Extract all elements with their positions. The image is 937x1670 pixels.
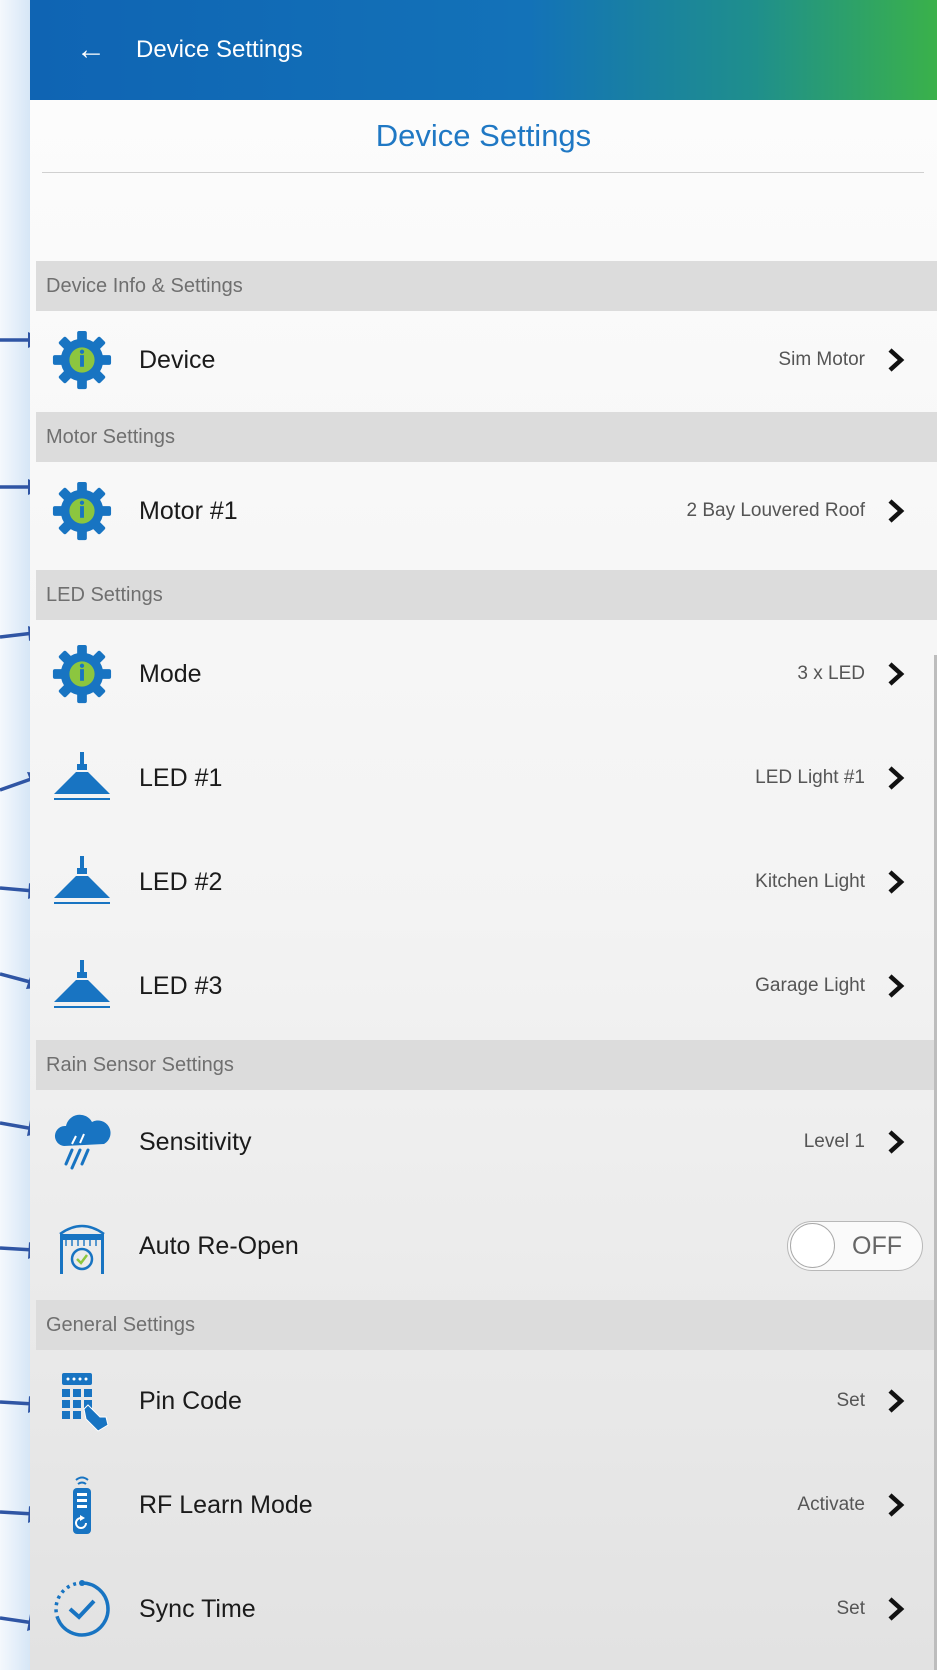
gear-icon (50, 479, 114, 543)
gear-icon (50, 328, 114, 392)
settings-row-led-1[interactable]: LED #1 LED Light #1 (36, 729, 937, 827)
row-value: LED Light #1 (755, 767, 865, 788)
chevron-right-icon (888, 1493, 905, 1517)
row-value: Level 1 (803, 1131, 865, 1152)
ceiling-light-icon (50, 746, 114, 810)
clock-sync-icon (50, 1577, 114, 1641)
ceiling-light-icon (50, 850, 114, 914)
chevron-right-icon (888, 348, 905, 372)
settings-row-device[interactable]: Device Sim Motor (36, 311, 937, 409)
pergola-timer-icon (50, 1214, 114, 1278)
chevron-right-icon (888, 974, 905, 998)
arrow-back-icon[interactable]: ← (76, 35, 106, 65)
row-value: Garage Light (755, 975, 865, 996)
settings-row-rf-learn-mode[interactable]: RF Learn Mode Activate (36, 1456, 937, 1554)
settings-row-led-2[interactable]: LED #2 Kitchen Light (36, 833, 937, 931)
row-label: LED #3 (139, 971, 223, 1000)
settings-row-sync-time[interactable]: Sync Time Set (36, 1560, 937, 1658)
app-bar: ← Device Settings (30, 0, 937, 100)
row-value: 2 Bay Louvered Roof (686, 500, 865, 521)
auto-reopen-toggle[interactable]: OFF (787, 1221, 923, 1271)
settings-row-led-3[interactable]: LED #3 Garage Light (36, 937, 937, 1035)
row-label: Sensitivity (139, 1127, 252, 1156)
chevron-right-icon (888, 766, 905, 790)
section-header-led: LED Settings (36, 570, 937, 620)
section-header-device-info: Device Info & Settings (36, 261, 937, 311)
row-label: Motor #1 (139, 496, 238, 525)
app-screen: ← Device Settings Device Settings Device… (30, 0, 937, 1670)
app-bar-title: Device Settings (136, 36, 303, 63)
keypad-icon (50, 1369, 114, 1433)
chevron-right-icon (888, 1389, 905, 1413)
row-label: Sync Time (139, 1594, 256, 1623)
row-value: Kitchen Light (755, 871, 865, 892)
row-value: 3 x LED (797, 663, 865, 684)
chevron-right-icon (888, 662, 905, 686)
chevron-right-icon (888, 870, 905, 894)
section-header-motor: Motor Settings (36, 412, 937, 462)
row-value: Set (836, 1598, 865, 1619)
settings-row-sensitivity[interactable]: Sensitivity Level 1 (36, 1093, 937, 1191)
row-label: Device (139, 345, 216, 374)
settings-row-mode[interactable]: Mode 3 x LED (36, 625, 937, 723)
row-label: Mode (139, 659, 202, 688)
remote-icon (50, 1473, 114, 1537)
divider (42, 172, 924, 173)
section-header-rain-sensor: Rain Sensor Settings (36, 1040, 937, 1090)
settings-row-auto-reopen: Auto Re-Open OFF (36, 1197, 937, 1295)
toggle-knob (790, 1223, 835, 1268)
row-value: Sim Motor (778, 349, 865, 370)
gear-icon (50, 642, 114, 706)
toggle-state-label: OFF (852, 1232, 902, 1260)
settings-row-pin-code[interactable]: Pin Code Set (36, 1352, 937, 1450)
section-header-general: General Settings (36, 1300, 937, 1350)
row-label: Auto Re-Open (139, 1231, 299, 1260)
page-title: Device Settings (375, 118, 592, 153)
rain-cloud-icon (50, 1110, 114, 1174)
chevron-right-icon (888, 499, 905, 523)
row-value: Activate (797, 1494, 865, 1515)
row-label: RF Learn Mode (139, 1490, 313, 1519)
settings-row-motor-1[interactable]: Motor #1 2 Bay Louvered Roof (36, 462, 937, 560)
chevron-right-icon (888, 1597, 905, 1621)
chevron-right-icon (888, 1130, 905, 1154)
row-label: LED #2 (139, 867, 223, 896)
ceiling-light-icon (50, 954, 114, 1018)
row-value: Set (836, 1390, 865, 1411)
row-label: Pin Code (139, 1386, 242, 1415)
row-label: LED #1 (139, 763, 223, 792)
